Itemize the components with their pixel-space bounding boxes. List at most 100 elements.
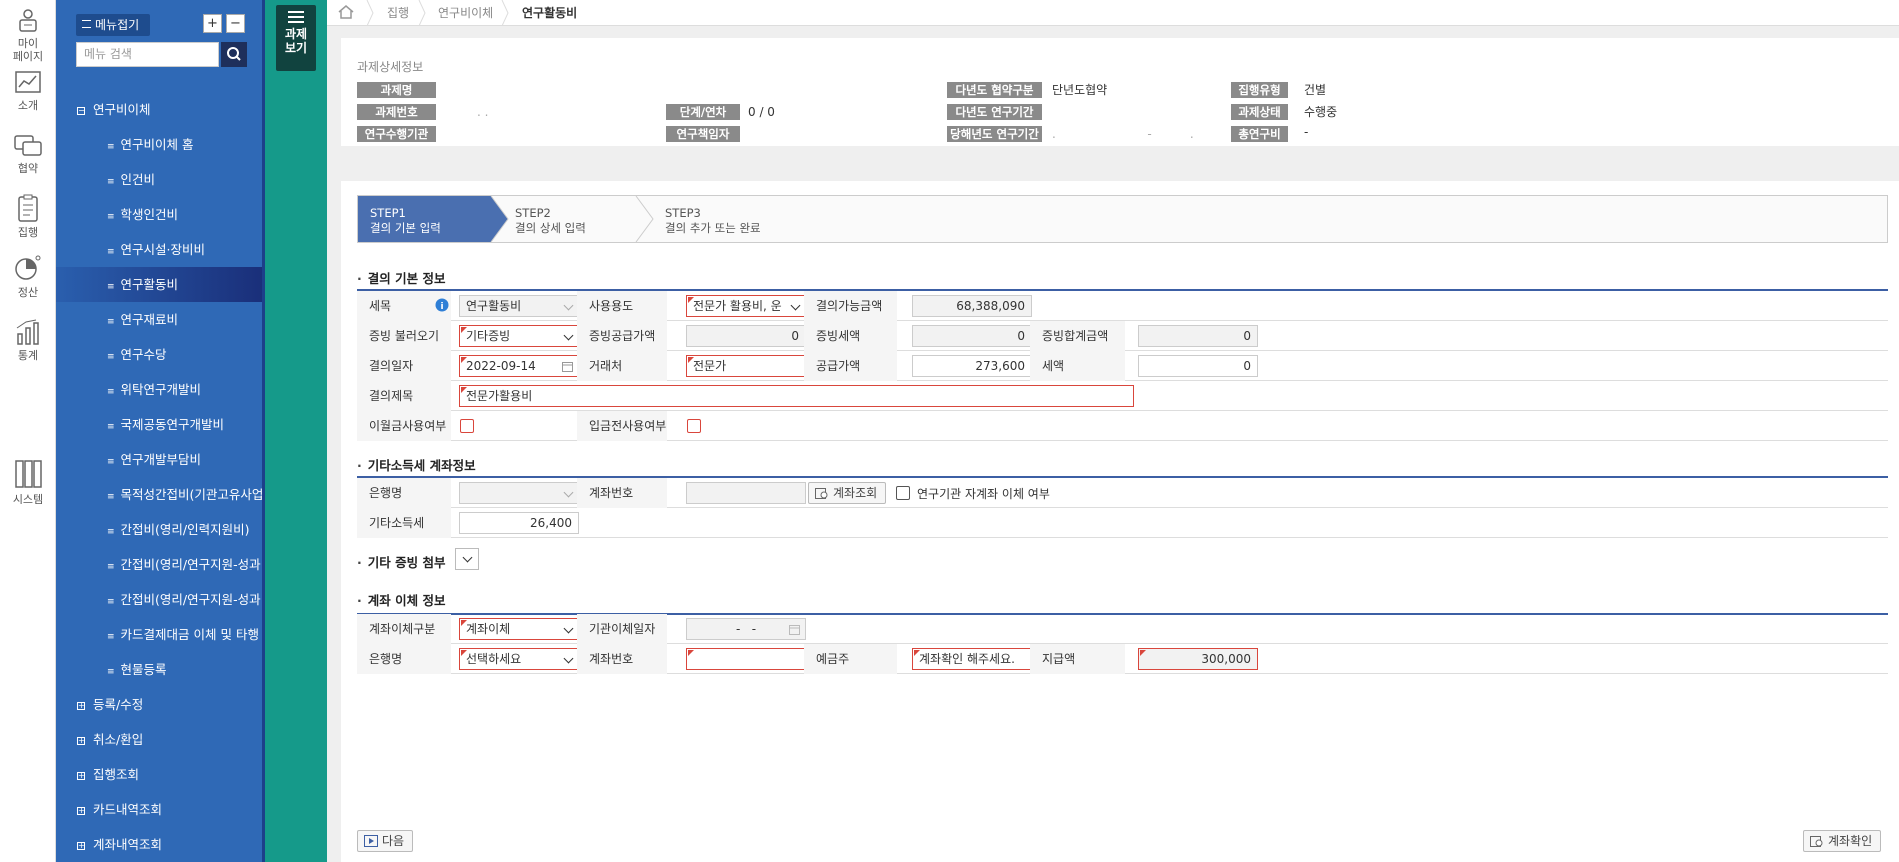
breadcrumb-execution[interactable]: 집행 (387, 0, 409, 26)
sidebar-item-label: 연구시설·장비비 (120, 242, 206, 257)
rail-execution[interactable]: 집행 (0, 193, 56, 239)
breadcrumb-transfer[interactable]: 연구비이체 (438, 0, 493, 26)
sidebar-item-7[interactable]: ≡ 연구수당 (56, 337, 262, 372)
bullet-icon: ≡ (107, 387, 115, 397)
supply-amount-input[interactable]: 273,600 (912, 355, 1032, 377)
item-select[interactable]: 연구활동비 (459, 295, 579, 317)
sidebar-item-label: 위탁연구개발비 (120, 382, 202, 397)
prepay-checkbox[interactable] (687, 419, 701, 433)
sidebar-item-12[interactable]: ≡ 간접비(영리/인력지원비) (56, 512, 262, 547)
sidebar-item-label: 카드내역조회 (93, 802, 163, 817)
icon-rail: 마이 페이지 소개 협약 집행 정산 통계 시스템 (0, 0, 56, 862)
sidebar-item-17[interactable]: + 등록/수정 (56, 687, 262, 722)
inst-date-input[interactable]: - - (686, 618, 806, 640)
date-input[interactable]: 2022-09-14 (459, 355, 579, 377)
bullet-icon: ≡ (107, 247, 115, 257)
exec-type-value: 건별 (1304, 83, 1327, 97)
sidebar-item-10[interactable]: ≡ 연구개발부담비 (56, 442, 262, 477)
chevron-down-icon (790, 300, 801, 311)
chevron-down-icon (563, 623, 574, 634)
system-binders-icon (15, 460, 42, 488)
sidebar-item-14[interactable]: ≡ 간접비(영리/연구지원-성과 (56, 582, 262, 617)
sidebar-item-label: 인건비 (120, 172, 156, 187)
sidebar-item-3[interactable]: ≡ 학생인건비 (56, 197, 262, 232)
step-1-label: 결의 기본 입력 (370, 221, 441, 235)
sidebar-item-11[interactable]: ≡ 목적성간접비(기관고유사업 (56, 477, 262, 512)
calendar-icon[interactable] (789, 624, 800, 635)
sidebar-item-9[interactable]: ≡ 국제공동연구개발비 (56, 407, 262, 442)
carryover-checkbox[interactable] (460, 419, 474, 433)
subject-input[interactable]: 전문가활용비 (459, 385, 1134, 407)
tax-bank-select[interactable] (459, 482, 579, 504)
account-lookup-button[interactable]: 계좌조회 (808, 482, 887, 504)
sidebar-item-label: 간접비(영리/연구지원-성과 (120, 592, 261, 607)
section-title-income-tax: 기타소득세 계좌정보 (357, 455, 476, 474)
sidebar-item-13[interactable]: ≡ 간접비(영리/연구지원-성과 (56, 547, 262, 582)
sidebar-item-20[interactable]: + 카드내역조회 (56, 792, 262, 827)
current-year-period-value: . - . (1052, 127, 1194, 141)
rail-stats[interactable]: 통계 (0, 318, 56, 362)
account-confirm-button[interactable]: 계좌확인 (1803, 830, 1882, 852)
home-icon[interactable] (337, 4, 355, 20)
project-view-button[interactable]: 과제 보기 (276, 5, 316, 71)
rail-label-mypage: 마이 페이지 (12, 37, 44, 63)
sidebar-item-4[interactable]: ≡ 연구시설·장비비 (56, 232, 262, 267)
sidebar-item-2[interactable]: ≡ 인건비 (56, 162, 262, 197)
sidebar-item-18[interactable]: + 취소/환입 (56, 722, 262, 757)
rail-intro[interactable]: 소개 (0, 70, 56, 112)
sidebar-item-1[interactable]: ≡ 연구비이체 홈 (56, 127, 262, 162)
rail-system[interactable]: 시스템 (0, 458, 56, 506)
vendor-input[interactable]: 전문가 (686, 355, 806, 377)
rail-mypage[interactable]: 마이 페이지 (0, 6, 56, 63)
sidebar-item-6[interactable]: ≡ 연구재료비 (56, 302, 262, 337)
sidebar-item-0[interactable]: − 연구비이체 (56, 92, 262, 127)
breadcrumb-separator (418, 0, 426, 26)
bar-stats-icon (16, 319, 39, 345)
rail-settlement[interactable]: 정산 (0, 253, 56, 299)
menu-collapse-button[interactable]: 메뉴접기 (76, 14, 150, 36)
breadcrumb-current: 연구활동비 (522, 6, 578, 20)
sidebar-item-8[interactable]: ≡ 위탁연구개발비 (56, 372, 262, 407)
label-institution: 연구수행기관 (357, 126, 436, 142)
step-1: STEP1 결의 기본 입력 (358, 196, 498, 242)
sidebar-item-label: 등록/수정 (93, 697, 144, 712)
rail-label-agreement: 협약 (17, 162, 39, 175)
info-icon[interactable]: i (435, 298, 449, 312)
row-tax-2 (357, 508, 1888, 538)
income-tax-input[interactable]: 26,400 (459, 512, 579, 534)
expand-icon: + (77, 806, 85, 815)
tax-amount-input[interactable]: 0 (1138, 355, 1258, 377)
sidebar-item-16[interactable]: ≡ 현물등록 (56, 652, 262, 687)
menu-search-button[interactable] (221, 42, 247, 67)
sidebar: 메뉴접기 + − 메뉴 검색 − 연구비이체 ≡ 연구비이체 홈 ≡ 인건비 ≡ 학생인건비 ≡… (56, 0, 265, 862)
collapse-all-button[interactable]: − (226, 14, 245, 33)
evidence-select[interactable]: 기타증빙 (459, 325, 579, 347)
menu-search-input[interactable]: 메뉴 검색 (76, 42, 219, 67)
sidebar-item-19[interactable]: + 집행조회 (56, 757, 262, 792)
label-usage: 사용용도 (577, 291, 667, 321)
sidebar-item-5[interactable]: ≡ 연구활동비 (56, 267, 262, 302)
next-button[interactable]: 다음 (357, 830, 414, 852)
chevron-down-icon (563, 330, 574, 341)
calendar-icon[interactable] (562, 361, 573, 372)
label-exec-type: 집행유형 (1231, 82, 1288, 98)
project-number-value: . . (477, 105, 489, 119)
self-transfer-checkbox[interactable] (896, 486, 910, 500)
attachment-toggle-button[interactable] (455, 548, 479, 570)
bullet-icon: ≡ (107, 632, 115, 642)
label-prepay: 입금전사용여부 (577, 411, 667, 441)
sidebar-item-15[interactable]: ≡ 카드결제대금 이체 및 타행 (56, 617, 262, 652)
transfer-account-input[interactable] (686, 648, 806, 670)
expand-all-button[interactable]: + (203, 14, 222, 33)
usage-select[interactable]: 전문가 활용비, 운 (686, 295, 806, 317)
transfer-bank-select[interactable]: 선택하세요 (459, 648, 579, 670)
sidebar-item-21[interactable]: + 계좌내역조회 (56, 827, 262, 862)
tax-account-input[interactable] (686, 482, 806, 504)
rail-label-intro: 소개 (17, 99, 39, 112)
collapse-icon: − (77, 106, 85, 115)
rail-agreement[interactable]: 협약 (0, 133, 56, 175)
chevron-down-icon (563, 487, 574, 498)
transfer-type-select[interactable]: 계좌이체 (459, 618, 579, 640)
menu-icon (288, 11, 304, 23)
usage-select-value: 전문가 활용비, 운 (693, 299, 782, 313)
